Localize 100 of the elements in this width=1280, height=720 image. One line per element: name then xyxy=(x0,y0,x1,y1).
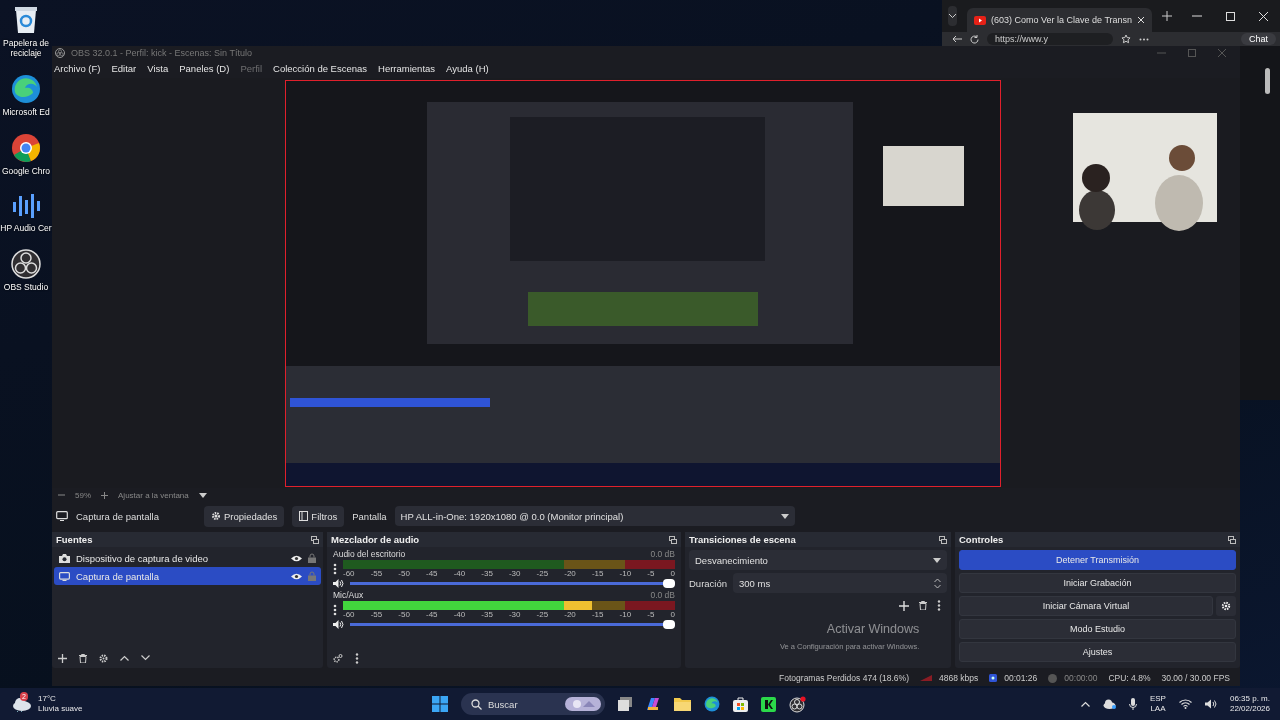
clock-date[interactable]: 22/02/2026 xyxy=(1229,704,1270,714)
dropdown-icon[interactable] xyxy=(198,492,207,498)
desktop-icon-label[interactable]: OBS Studio xyxy=(0,282,52,292)
menu-item[interactable]: Paneles (D) xyxy=(179,63,230,74)
move-up-icon[interactable] xyxy=(120,655,129,661)
control-button[interactable]: Ajustes xyxy=(959,642,1236,662)
play-icon xyxy=(974,15,986,25)
address-bar[interactable]: https://www.y xyxy=(987,33,1113,45)
menu-item[interactable]: Colección de Escenas xyxy=(273,63,368,74)
speaker-icon[interactable] xyxy=(1204,699,1217,709)
scale-label: -30 xyxy=(508,569,521,578)
new-tab-icon[interactable] xyxy=(1162,11,1173,21)
display-dropdown[interactable]: HP ALL-in-One: 1920x1080 @ 0.0 (Monitor principal) xyxy=(394,506,795,526)
menu-item[interactable]: Editar xyxy=(111,63,137,74)
menu-item[interactable]: Ayuda (H) xyxy=(446,63,489,74)
clock-time[interactable]: 06:35 p. m. xyxy=(1229,694,1270,704)
undock-icon[interactable] xyxy=(1228,535,1236,544)
microphone-icon[interactable] xyxy=(1128,698,1137,710)
more-icon[interactable] xyxy=(333,604,337,616)
window-title: OBS 32.0.1 - Perfil: kick - Escenas: Sin Título xyxy=(71,48,252,58)
transition-dropdown[interactable]: Desvanecimiento xyxy=(689,550,947,570)
eye-icon[interactable] xyxy=(291,572,302,580)
start-icon[interactable] xyxy=(432,696,448,712)
chrome-icon[interactable] xyxy=(11,133,41,163)
settings-icon[interactable] xyxy=(99,653,108,663)
edge-icon[interactable] xyxy=(11,74,41,104)
reload-icon[interactable] xyxy=(970,34,979,44)
more-icon[interactable] xyxy=(937,600,941,611)
browser-tab[interactable]: (603) Como Ver la Clave de Transn xyxy=(967,8,1153,32)
chat-button[interactable]: Chat xyxy=(1241,33,1276,45)
add-icon[interactable] xyxy=(58,653,67,663)
source-item[interactable]: Captura de pantalla xyxy=(54,567,321,585)
undock-icon[interactable] xyxy=(311,535,319,544)
scale-label: -40 xyxy=(453,569,466,578)
tab-list-button[interactable] xyxy=(948,6,957,26)
record-time: 00:00:00 xyxy=(1064,673,1099,683)
store-icon[interactable] xyxy=(733,696,748,712)
dropdown-icon xyxy=(780,513,789,519)
undock-icon[interactable] xyxy=(939,535,947,544)
spinner-arrows-icon[interactable] xyxy=(934,577,941,589)
search-highlight-icon[interactable] xyxy=(565,697,601,711)
folder-icon[interactable] xyxy=(674,697,691,711)
desktop-icon-label[interactable]: Microsoft Ed xyxy=(0,107,52,117)
scrollbar[interactable] xyxy=(1265,68,1270,94)
more-icon[interactable] xyxy=(355,652,359,664)
chevron-up-icon[interactable] xyxy=(1080,701,1090,707)
eye-icon[interactable] xyxy=(291,554,302,562)
task-view-icon[interactable] xyxy=(618,697,632,711)
search-field[interactable]: Buscar xyxy=(461,693,605,715)
control-button[interactable]: Detener Transmisión xyxy=(959,550,1236,570)
dropdown-icon xyxy=(933,557,941,563)
volume-slider[interactable] xyxy=(350,582,675,585)
language[interactable]: ESP xyxy=(1149,694,1166,704)
edge-icon[interactable] xyxy=(704,696,720,712)
menu-item[interactable]: Herramientas xyxy=(378,63,436,74)
menu-item[interactable]: Vista xyxy=(147,63,169,74)
scale-label: -45 xyxy=(425,569,438,578)
control-button[interactable]: Modo Estudio xyxy=(959,619,1236,639)
control-button[interactable]: Iniciar Grabación xyxy=(959,573,1236,593)
audio-icon[interactable] xyxy=(11,192,41,220)
copilot-icon[interactable] xyxy=(645,696,661,712)
temperature[interactable]: 17°C xyxy=(38,694,83,704)
settings-icon[interactable] xyxy=(333,653,343,663)
app-icon[interactable] xyxy=(761,696,776,712)
settings-button[interactable] xyxy=(1216,596,1236,616)
obs-icon[interactable] xyxy=(11,249,41,279)
source-item[interactable]: Dispositivo de captura de video xyxy=(54,549,321,567)
undock-icon[interactable] xyxy=(669,535,677,544)
speaker-icon[interactable] xyxy=(333,620,344,629)
more-icon[interactable] xyxy=(1139,37,1149,41)
trash-icon[interactable] xyxy=(919,601,927,610)
add-icon[interactable] xyxy=(899,600,909,611)
lock-icon[interactable] xyxy=(308,553,316,563)
desktop-icon-label[interactable]: Google Chro xyxy=(0,166,52,176)
keyboard-layout[interactable]: LAA xyxy=(1150,704,1166,714)
weather-text[interactable]: Lluvia suave xyxy=(38,704,83,714)
filters-button[interactable]: Filtros xyxy=(292,505,345,527)
more-icon[interactable] xyxy=(333,563,337,575)
wifi-icon[interactable] xyxy=(1178,699,1192,709)
cloud-icon[interactable] xyxy=(1102,699,1116,709)
zoom-in-icon[interactable] xyxy=(101,491,108,499)
move-down-icon[interactable] xyxy=(141,655,150,661)
menu-item[interactable]: Archivo (F) xyxy=(54,63,101,74)
recycle-bin-icon[interactable] xyxy=(13,4,39,34)
desktop-icon-label[interactable]: Papelera de reciclaje xyxy=(0,38,52,58)
weather-icon[interactable] xyxy=(12,696,32,712)
stream-status-icon xyxy=(989,674,998,682)
control-button[interactable]: Iniciar Cámara Virtual xyxy=(959,596,1213,616)
trash-icon[interactable] xyxy=(79,653,87,663)
back-icon[interactable] xyxy=(952,35,962,43)
speaker-icon[interactable] xyxy=(333,579,344,588)
volume-slider[interactable] xyxy=(350,623,675,626)
duration-field[interactable]: 300 ms xyxy=(733,573,947,593)
desktop-icon-label[interactable]: HP Audio Cer xyxy=(0,223,52,233)
channel-reading: 0.0 dB xyxy=(650,549,675,559)
properties-button[interactable]: Propiedades xyxy=(204,505,285,527)
favorites-icon[interactable] xyxy=(1121,34,1131,44)
zoom-mode[interactable]: Ajustar a la ventana xyxy=(118,490,189,500)
obs-icon[interactable] xyxy=(789,695,806,713)
selection-frame[interactable] xyxy=(285,80,1001,487)
